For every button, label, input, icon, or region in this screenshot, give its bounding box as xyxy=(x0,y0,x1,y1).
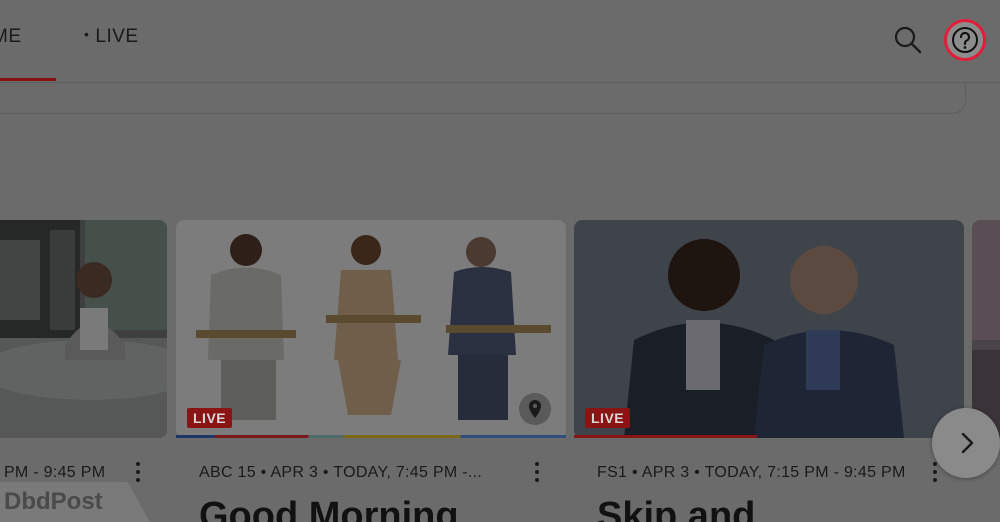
tab-live[interactable]: • LIVE xyxy=(84,26,139,48)
more-vertical-icon xyxy=(133,462,143,482)
program-card[interactable]: LIVE ABC 15 • APR 3 • TODAY, 7:45 PM -..… xyxy=(176,220,566,522)
tab-home[interactable]: ME xyxy=(0,26,22,48)
progress-bar xyxy=(176,435,566,438)
top-nav-bar: ME • LIVE xyxy=(0,0,1000,83)
search-icon xyxy=(894,26,922,54)
live-badge: LIVE xyxy=(585,408,631,428)
search-button[interactable] xyxy=(892,24,924,56)
more-options-button[interactable] xyxy=(532,460,542,486)
watermark-text: DbdPost xyxy=(4,488,103,515)
program-title: Good Morning xyxy=(199,495,459,522)
program-meta: 5 PM - 9:45 PM xyxy=(0,464,106,481)
help-circle-icon xyxy=(952,27,978,53)
program-meta: ABC 15 • APR 3 • TODAY, 7:45 PM -... xyxy=(199,464,483,481)
tab-home-label: ME xyxy=(0,26,22,47)
chevron-right-icon xyxy=(961,432,974,454)
live-badge: LIVE xyxy=(187,408,233,428)
program-card[interactable]: LIVE FS1 • APR 3 • TODAY, 7:15 PM - 9:45… xyxy=(574,220,964,522)
program-thumbnail xyxy=(574,220,964,438)
program-thumbnail xyxy=(972,220,1000,438)
tab-live-label: LIVE xyxy=(95,26,139,47)
program-card[interactable]: 5 PM - 9:45 PM xyxy=(0,220,167,522)
program-card[interactable] xyxy=(972,220,1000,522)
more-vertical-icon xyxy=(532,462,542,482)
help-button[interactable] xyxy=(944,19,986,61)
active-tab-indicator xyxy=(0,78,56,81)
watermark-logo: DbdPost xyxy=(0,482,150,522)
more-vertical-icon xyxy=(930,462,940,482)
program-thumbnail xyxy=(0,220,167,438)
program-thumbnail xyxy=(176,220,566,438)
location-pin-icon xyxy=(519,393,551,425)
live-dot-icon: • xyxy=(84,26,90,42)
progress-bar xyxy=(574,435,757,438)
search-strip xyxy=(0,82,966,114)
program-title: Skip and xyxy=(597,495,756,522)
more-options-button[interactable] xyxy=(133,460,143,486)
carousel-next-button[interactable] xyxy=(932,408,1000,478)
program-meta: FS1 • APR 3 • TODAY, 7:15 PM - 9:45 PM xyxy=(597,464,906,481)
